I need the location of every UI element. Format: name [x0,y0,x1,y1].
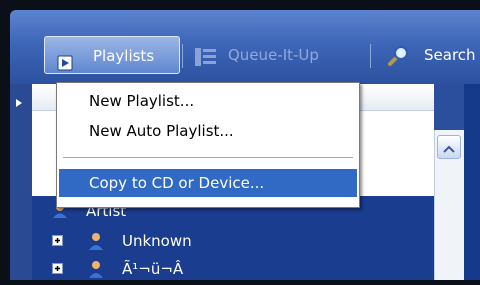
person-icon [88,232,104,250]
menu-separator [63,157,353,158]
playlists-label: Playlists [93,47,155,65]
menu-item-label: New Auto Playlist... [89,122,234,140]
right-rail [464,84,480,280]
toolbar-separator [182,44,183,68]
search-button[interactable]: Search [376,36,480,74]
menu-item-copy-to-cd-or-device[interactable]: Copy to CD or Device... [59,169,357,197]
plus-expander-icon[interactable] [52,263,63,274]
person-icon [88,260,104,278]
chevron-up-icon [443,142,455,153]
scroll-up-button[interactable] [437,135,461,159]
menu-item-new-auto-playlist[interactable]: New Auto Playlist... [59,117,357,145]
menu-item-label: New Playlist... [89,92,195,110]
menu-item-new-playlist[interactable]: New Playlist... [59,87,357,115]
tree-row-label: Unknown [122,232,192,250]
toolbar-separator [370,44,371,68]
playlists-button[interactable]: Playlists [44,36,180,74]
search-label: Search [424,46,476,64]
playlists-dropdown-menu: New Playlist... New Auto Playlist... Cop… [56,82,360,208]
tree-row-label: Ã¹¬ü¬Â [122,260,184,278]
playlist-play-icon [57,47,73,71]
queue-it-up-label: Queue-It-Up [228,46,319,64]
plus-expander-icon[interactable] [52,235,63,246]
queue-list-icon [194,44,218,66]
menu-item-label: Copy to CD or Device... [89,174,265,192]
queue-it-up-button[interactable]: Queue-It-Up [188,36,360,74]
expand-arrow-icon[interactable] [14,96,24,107]
magnifier-icon [386,44,410,68]
collapsed-side-strip [10,84,32,280]
